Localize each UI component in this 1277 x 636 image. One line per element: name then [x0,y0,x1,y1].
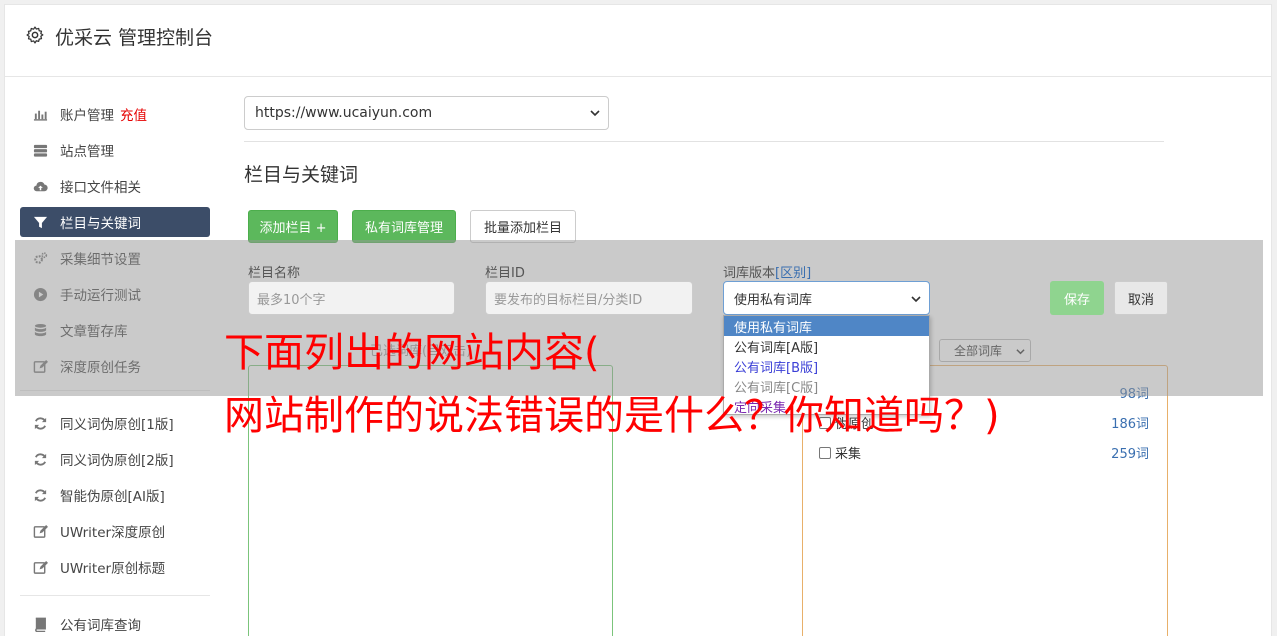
sidebar-item-account[interactable]: 账户管理 充值 [20,99,210,129]
overlay-caption-line1: 下面列出的网站内容( [224,330,600,376]
chevron-down-icon [590,110,600,117]
sidebar-item-label: UWriter原创标题 [60,561,166,577]
sidebar-item-label: 公有词库查询 [60,618,141,634]
refresh-icon [32,487,48,503]
overlay-caption-line2: 网站制作的说法错误的是什么？你知道吗？) [224,393,1000,439]
sidebar-item-public-lib[interactable]: 公有词库查询 [20,609,210,636]
sidebar-item-sites[interactable]: 站点管理 [20,135,210,165]
sidebar-item-label: UWriter深度原创 [60,525,166,541]
sidebar-item-label: 栏目与关键词 [60,216,141,232]
lib-item-count: 259词 [1111,447,1149,462]
dropdown-option[interactable]: 使用私有词库 [724,316,929,336]
refresh-icon [32,415,48,431]
lib-item-count: 186词 [1111,417,1149,432]
bar-chart-icon [32,106,48,122]
modal-backdrop [15,240,1263,396]
column-id-input[interactable]: 要发布的目标栏目/分类ID [485,281,693,315]
sidebar-item-columns[interactable]: 栏目与关键词 [20,207,210,237]
sidebar-item-synonym-v2[interactable]: 同义词伪原创[2版] [20,444,210,474]
sidebar-divider [20,595,210,596]
dropdown-option[interactable]: 公有词库[B版] [724,356,929,376]
sidebar-item-uwriter-title[interactable]: UWriter原创标题 [20,552,210,582]
sidebar-item-uwriter-deep[interactable]: UWriter深度原创 [20,516,210,546]
gear-icon [26,26,44,44]
dropdown-option[interactable]: 公有词库[A版] [724,336,929,356]
page-title: 优采云 管理控制台 [55,27,214,49]
edit-icon [32,523,48,539]
batch-add-button[interactable]: 批量添加栏目 [470,210,576,243]
book-icon [32,616,48,632]
chevron-down-icon [911,296,921,303]
refresh-icon [32,451,48,467]
server-icon [32,142,48,158]
divider [244,141,1164,142]
cancel-button[interactable]: 取消 [1114,281,1168,315]
recharge-link[interactable]: 充值 [120,104,147,124]
sidebar-item-interface[interactable]: 接口文件相关 [20,171,210,201]
lib-version-label-text: 词库版本 [723,266,776,281]
add-column-button[interactable]: 添加栏目 + [248,210,338,243]
sidebar-item-label: 站点管理 [60,144,114,160]
sidebar-item-label: 接口文件相关 [60,180,141,196]
edit-icon [32,559,48,575]
lib-version-select[interactable]: 使用私有词库 [723,281,930,315]
sidebar-item-label: 同义词伪原创[2版] [60,453,174,469]
section-title: 栏目与关键词 [244,164,359,186]
sidebar-item-label: 账户管理 [60,108,114,124]
column-name-label: 栏目名称 [248,266,301,281]
checkbox[interactable] [819,446,831,459]
cloud-upload-icon [32,178,48,194]
sidebar-item-synonym-v1[interactable]: 同义词伪原创[1版] [20,408,210,438]
sidebar-item-label: 同义词伪原创[1版] [60,417,174,433]
difference-link[interactable]: [区别] [775,266,811,281]
column-id-label: 栏目ID [485,266,525,281]
lib-item-name: 采集 [835,447,862,462]
lib-version-value: 使用私有词库 [734,292,813,308]
list-item[interactable]: 采集 [819,443,861,462]
site-select-value: https://www.ucaiyun.com [255,105,433,121]
sidebar-item-label: 智能伪原创[AI版] [60,489,165,505]
private-lib-button[interactable]: 私有词库管理 [352,210,456,243]
filter-icon [32,214,48,230]
column-name-input[interactable]: 最多10个字 [248,281,455,315]
header: 优采云 管理控制台 [5,5,1271,77]
save-button[interactable]: 保存 [1050,281,1104,315]
sidebar-item-ai-original[interactable]: 智能伪原创[AI版] [20,480,210,510]
lib-version-label: 词库版本[区别] [723,262,811,281]
site-select[interactable]: https://www.ucaiyun.com [244,96,609,130]
